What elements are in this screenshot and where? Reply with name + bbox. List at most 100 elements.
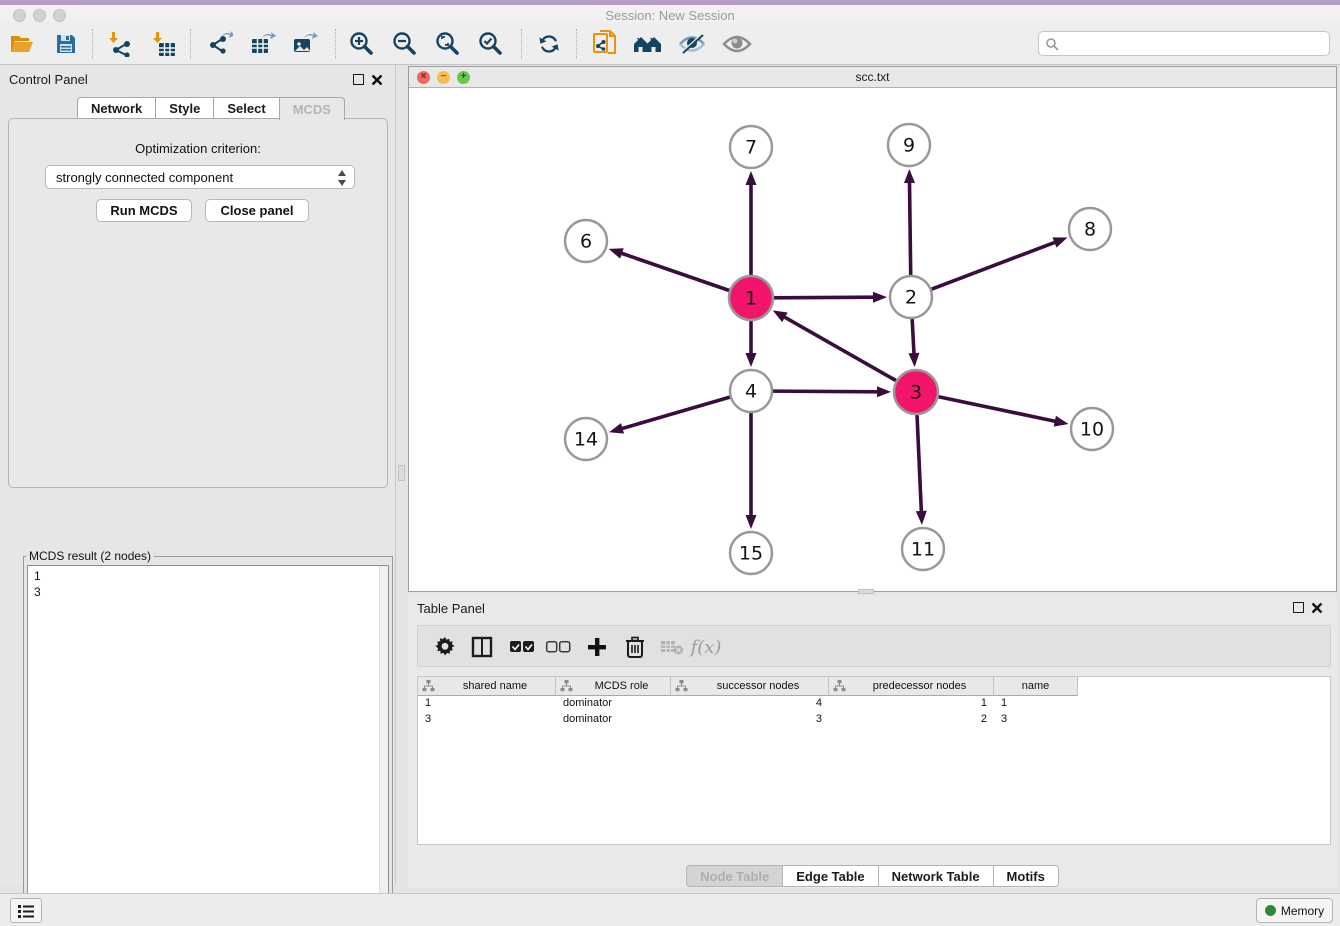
save-session-icon[interactable] [49, 28, 83, 60]
tab-node-table[interactable]: Node Table [686, 865, 782, 887]
criterion-dropdown[interactable]: strongly connected component [45, 165, 355, 189]
graph-node-label: 6 [580, 231, 592, 253]
cell-mcds-role[interactable]: dominator [556, 696, 671, 712]
graph-node-label: 3 [910, 382, 922, 404]
graph-node-label: 1 [745, 288, 757, 310]
column-header-mcds-role[interactable]: MCDS role [556, 677, 671, 696]
show-column-panel-icon[interactable] [466, 631, 498, 663]
optimization-criterion-label: Optimization criterion: [9, 141, 387, 156]
run-mcds-button[interactable]: Run MCDS [96, 199, 192, 222]
control-panel-tabs: Network Style Select MCDS [77, 97, 345, 119]
graph-node-label: 15 [739, 543, 763, 565]
table-toolbar: f(x) [417, 625, 1331, 667]
graph-node-label: 4 [745, 381, 757, 403]
tab-motifs[interactable]: Motifs [993, 865, 1059, 887]
cell-mcds-role[interactable]: dominator [556, 712, 671, 728]
table-row: 1 dominator 4 1 1 [418, 696, 1330, 712]
hide-style-icon[interactable] [675, 28, 709, 60]
edge-arrowhead [609, 248, 624, 258]
search-icon [1045, 37, 1059, 51]
select-all-columns-icon[interactable] [506, 631, 538, 663]
edge-arrowhead [877, 386, 891, 397]
control-panel-close-icon[interactable] [371, 74, 383, 86]
cell-predecessor-nodes[interactable]: 2 [829, 712, 994, 728]
control-panel: Control Panel Network Style Select MCDS … [0, 65, 396, 884]
control-panel-float-icon[interactable] [353, 74, 364, 85]
export-table-icon[interactable] [246, 28, 280, 60]
mcds-result-scrollbar[interactable] [379, 566, 388, 925]
cell-predecessor-nodes[interactable]: 1 [829, 696, 994, 712]
graph-node-label: 8 [1084, 219, 1096, 241]
edge-4-14[interactable] [621, 397, 730, 429]
zoom-fit-icon[interactable] [431, 28, 465, 60]
tab-mcds[interactable]: MCDS [279, 97, 345, 120]
search-input[interactable] [1059, 34, 1329, 54]
table-settings-gear-icon[interactable] [429, 631, 461, 663]
edge-arrowhead [904, 169, 915, 183]
column-header-name[interactable]: name [994, 677, 1078, 696]
edge-arrowhead [609, 423, 624, 434]
mcds-result-group: MCDS result (2 nodes) 1 3 [23, 549, 393, 926]
edge-3-1[interactable] [783, 316, 896, 380]
cell-shared-name[interactable]: 1 [418, 696, 556, 712]
mcds-result-list[interactable]: 1 3 [27, 565, 389, 926]
cell-name[interactable]: 1 [994, 696, 1078, 712]
table-panel-close-icon[interactable] [1311, 602, 1323, 614]
open-session-icon[interactable] [5, 28, 39, 60]
tab-style[interactable]: Style [155, 97, 213, 119]
column-header-successor-nodes[interactable]: successor nodes [671, 677, 829, 696]
edge-arrowhead [873, 292, 887, 303]
tab-edge-table[interactable]: Edge Table [782, 865, 877, 887]
deselect-all-columns-icon[interactable] [542, 631, 574, 663]
network-canvas[interactable]: 7968124314101511 [409, 88, 1336, 591]
graph-node-label: 11 [911, 539, 935, 561]
graph-node-label: 9 [903, 135, 915, 157]
home-icon[interactable] [631, 28, 665, 60]
mcds-result-line: 3 [34, 584, 382, 600]
edge-2-3[interactable] [912, 319, 914, 355]
graph-node-label: 14 [574, 429, 598, 451]
cell-successor-nodes[interactable]: 4 [671, 696, 829, 712]
tab-network[interactable]: Network [77, 97, 155, 119]
export-image-icon[interactable] [288, 28, 322, 60]
show-eye-icon[interactable] [720, 28, 754, 60]
cell-name[interactable]: 3 [994, 712, 1078, 728]
network-view-window: × − + scc.txt 7968124314101511 [408, 66, 1337, 592]
tab-network-table[interactable]: Network Table [878, 865, 993, 887]
table-row: 3 dominator 3 2 3 [418, 712, 1330, 728]
zoom-in-icon[interactable] [345, 28, 379, 60]
import-table-icon[interactable] [147, 28, 181, 60]
apply-layout-icon[interactable] [532, 28, 566, 60]
edge-2-8[interactable] [932, 242, 1057, 289]
horizontal-splitter-handle[interactable] [858, 589, 874, 594]
clone-network-icon[interactable] [588, 28, 622, 60]
edge-arrowhead [746, 353, 757, 367]
add-row-icon[interactable] [581, 631, 613, 663]
table-panel-float-icon[interactable] [1293, 602, 1304, 613]
tab-select[interactable]: Select [213, 97, 278, 119]
window-title: Session: New Session [0, 8, 1340, 23]
edge-4-3[interactable] [773, 391, 879, 392]
edge-3-10[interactable] [939, 397, 1057, 422]
export-network-icon[interactable] [203, 28, 237, 60]
edge-1-6[interactable] [620, 253, 729, 291]
memory-button[interactable]: Memory [1256, 898, 1333, 923]
close-panel-button[interactable]: Close panel [205, 199, 309, 222]
vertical-splitter-handle[interactable] [398, 465, 405, 481]
import-network-icon[interactable] [103, 28, 137, 60]
zoom-selected-icon[interactable] [474, 28, 508, 60]
edge-3-11[interactable] [917, 415, 921, 513]
zoom-out-icon[interactable] [388, 28, 422, 60]
task-history-button[interactable] [10, 898, 42, 923]
edge-2-9[interactable] [909, 181, 910, 275]
edge-1-2[interactable] [774, 297, 875, 298]
column-header-shared-name[interactable]: shared name [418, 677, 556, 696]
delete-row-trash-icon[interactable] [619, 631, 651, 663]
mcds-tab-panel: Optimization criterion: strongly connect… [8, 118, 388, 488]
graph-node-label: 2 [905, 287, 917, 309]
column-header-predecessor-nodes[interactable]: predecessor nodes [829, 677, 994, 696]
search-field [1038, 31, 1330, 56]
network-window-titlebar[interactable]: × − + scc.txt [409, 67, 1336, 88]
cell-successor-nodes[interactable]: 3 [671, 712, 829, 728]
cell-shared-name[interactable]: 3 [418, 712, 556, 728]
